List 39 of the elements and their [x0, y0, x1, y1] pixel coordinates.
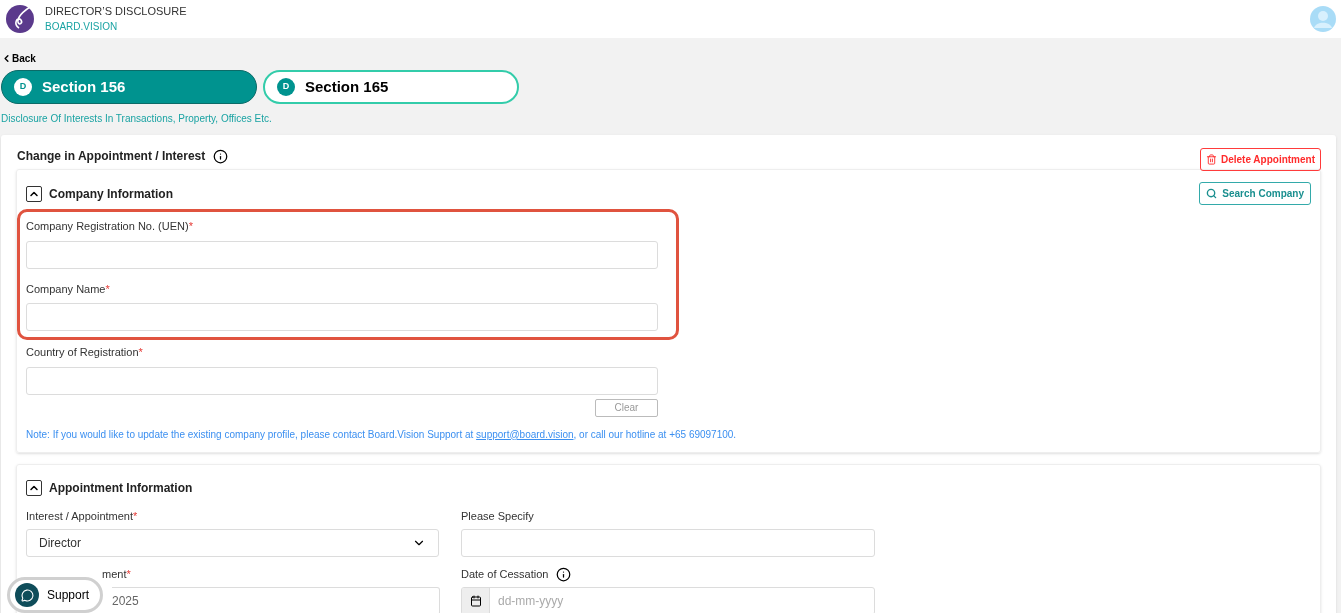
email-link[interactable]: support@board.vision	[476, 428, 574, 440]
search-icon	[1206, 188, 1218, 199]
app-subtitle: BOARD.VISION	[45, 20, 119, 34]
input-field[interactable]	[26, 240, 658, 269]
field-label: Date of Cessation	[461, 567, 549, 583]
panel-title: Appointment Information	[49, 479, 193, 497]
field-label: ment*	[102, 567, 131, 583]
section-tab[interactable]: D Section 156	[1, 70, 257, 104]
input-field[interactable]	[461, 528, 875, 557]
logo-icon	[5, 4, 35, 34]
back-link[interactable]: Back	[1, 52, 1340, 64]
field-label: Company Name*	[26, 281, 111, 297]
panel-title: Company Information	[49, 185, 173, 203]
select-field[interactable]: Director	[26, 528, 439, 557]
support-button[interactable]: Support	[7, 577, 104, 613]
field-label: Country of Registration*	[26, 345, 144, 360]
app-title: DIRECTOR’S DISCLOSURE	[45, 4, 187, 19]
input-field[interactable]	[26, 303, 658, 331]
trash-icon	[1205, 154, 1217, 165]
card-title: Change in Appointment / Interest	[17, 148, 206, 165]
tab-badge: D	[277, 78, 295, 96]
date-field[interactable]: dd-mm-yyyy	[461, 586, 875, 613]
input-field[interactable]	[26, 366, 658, 395]
avatar-icon[interactable]	[1310, 6, 1336, 32]
note-text: Note: If you would like to update the existing company profile, please contact Board.Vision Support at support@board.vision, or call our hotline at +65 69097100.	[26, 427, 738, 442]
date-field[interactable]: 2025	[112, 586, 440, 613]
calendar-icon	[469, 594, 482, 607]
chat-icon	[20, 588, 34, 602]
clear-button[interactable]: Clear	[595, 398, 658, 417]
field-label: Interest / Appointment*	[26, 509, 138, 525]
collapse-toggle[interactable]	[26, 185, 42, 202]
section-description: Disclosure Of Interests In Transactions, Property, Offices Etc.	[1, 112, 273, 126]
collapse-toggle[interactable]	[26, 479, 42, 496]
section-tab[interactable]: D Section 165	[263, 70, 519, 104]
search-company-button[interactable]: Search Company	[1199, 182, 1311, 205]
field-label: Company Registration No. (UEN)*	[26, 219, 194, 234]
tab-badge: D	[14, 78, 32, 96]
field-label: Please Specify	[461, 509, 534, 525]
delete-button[interactable]: Delete Appointment	[1199, 148, 1321, 171]
